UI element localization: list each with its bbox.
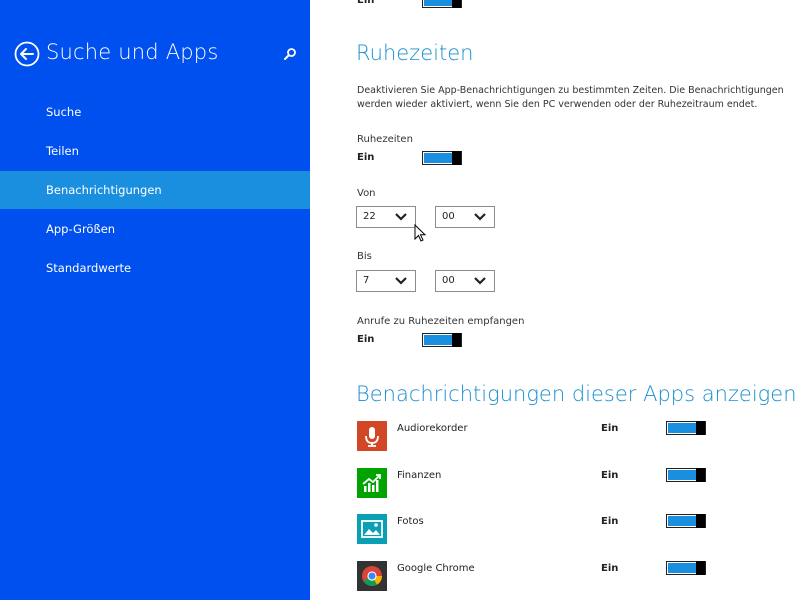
app-name: Google Chrome <box>397 563 475 574</box>
chevron-down-icon <box>474 213 486 221</box>
sidebar-item-label: Suche <box>46 105 82 119</box>
app-row-audiorekorder: Audiorekorder Ein <box>357 421 757 457</box>
app-row-finanzen: Finanzen Ein <box>357 468 757 504</box>
sidebar: Suche und Apps Suche Teilen Benachrichti… <box>0 0 310 600</box>
quiet-hours-toggle-label: Ruhezeiten <box>357 134 413 145</box>
app-name: Audiorekorder <box>397 423 468 434</box>
app-name: Fotos <box>397 516 424 527</box>
select-value: 00 <box>442 275 455 286</box>
from-label: Von <box>357 188 376 199</box>
top-toggle-switch[interactable] <box>422 0 462 8</box>
description-line: werden wieder aktiviert, wenn Sie den PC… <box>357 99 758 110</box>
select-value: 22 <box>363 211 376 222</box>
sidebar-item-label: Teilen <box>46 144 79 158</box>
app-toggle-state: Ein <box>601 563 619 574</box>
calls-toggle[interactable] <box>422 333 462 347</box>
quiet-hours-description: Deaktivieren Sie App-Benachrichtigungen … <box>357 84 797 112</box>
select-value: 7 <box>363 275 370 286</box>
description-line: Deaktivieren Sie App-Benachrichtigungen … <box>357 85 784 96</box>
app-row-fotos: Fotos Ein <box>357 514 757 550</box>
main-content: Ein Ruhezeiten Deaktivieren Sie App-Bena… <box>310 0 800 600</box>
sidebar-item-suche[interactable]: Suche <box>0 93 310 131</box>
app-name: Finanzen <box>397 470 442 481</box>
app-toggle-state: Ein <box>601 423 619 434</box>
app-toggle-audiorekorder[interactable] <box>666 421 706 435</box>
sidebar-item-label: Benachrichtigungen <box>46 183 162 197</box>
photo-icon <box>357 514 387 544</box>
to-minute-select[interactable]: 00 <box>435 270 495 292</box>
microphone-icon <box>357 421 387 451</box>
search-icon[interactable] <box>282 46 298 62</box>
apps-section-heading: Benachrichtigungen dieser Apps anzeigen <box>356 382 797 406</box>
app-toggle-fotos[interactable] <box>666 514 706 528</box>
quiet-hours-heading: Ruhezeiten <box>356 41 474 65</box>
app-toggle-state: Ein <box>601 516 619 527</box>
sidebar-item-benachrichtigungen[interactable]: Benachrichtigungen <box>0 171 310 209</box>
chevron-down-icon <box>395 277 407 285</box>
chart-icon <box>357 468 387 498</box>
sidebar-item-label: Standardwerte <box>46 261 132 275</box>
mouse-cursor-icon <box>414 223 428 244</box>
quiet-hours-toggle-state: Ein <box>357 152 375 163</box>
calls-toggle-state: Ein <box>357 334 375 345</box>
calls-toggle-label: Anrufe zu Ruhezeiten empfangen <box>357 316 525 327</box>
from-hour-select[interactable]: 22 <box>356 206 416 228</box>
from-minute-select[interactable]: 00 <box>435 206 495 228</box>
to-label: Bis <box>357 251 372 262</box>
to-hour-select[interactable]: 7 <box>356 270 416 292</box>
chevron-down-icon <box>395 213 407 221</box>
back-arrow-icon[interactable] <box>14 41 40 67</box>
app-toggle-state: Ein <box>601 470 619 481</box>
top-toggle-state: Ein <box>357 0 375 6</box>
sidebar-item-teilen[interactable]: Teilen <box>0 132 310 170</box>
sidebar-title: Suche und Apps <box>46 40 219 64</box>
quiet-hours-toggle[interactable] <box>422 151 462 165</box>
select-value: 00 <box>442 211 455 222</box>
app-row-google-chrome: Google Chrome Ein <box>357 561 757 597</box>
app-toggle-google-chrome[interactable] <box>666 561 706 575</box>
sidebar-item-label: App-Größen <box>46 222 116 236</box>
sidebar-item-standardwerte[interactable]: Standardwerte <box>0 249 310 287</box>
chrome-icon <box>357 561 387 591</box>
app-toggle-finanzen[interactable] <box>666 468 706 482</box>
sidebar-item-app-groessen[interactable]: App-Größen <box>0 210 310 248</box>
chevron-down-icon <box>474 277 486 285</box>
